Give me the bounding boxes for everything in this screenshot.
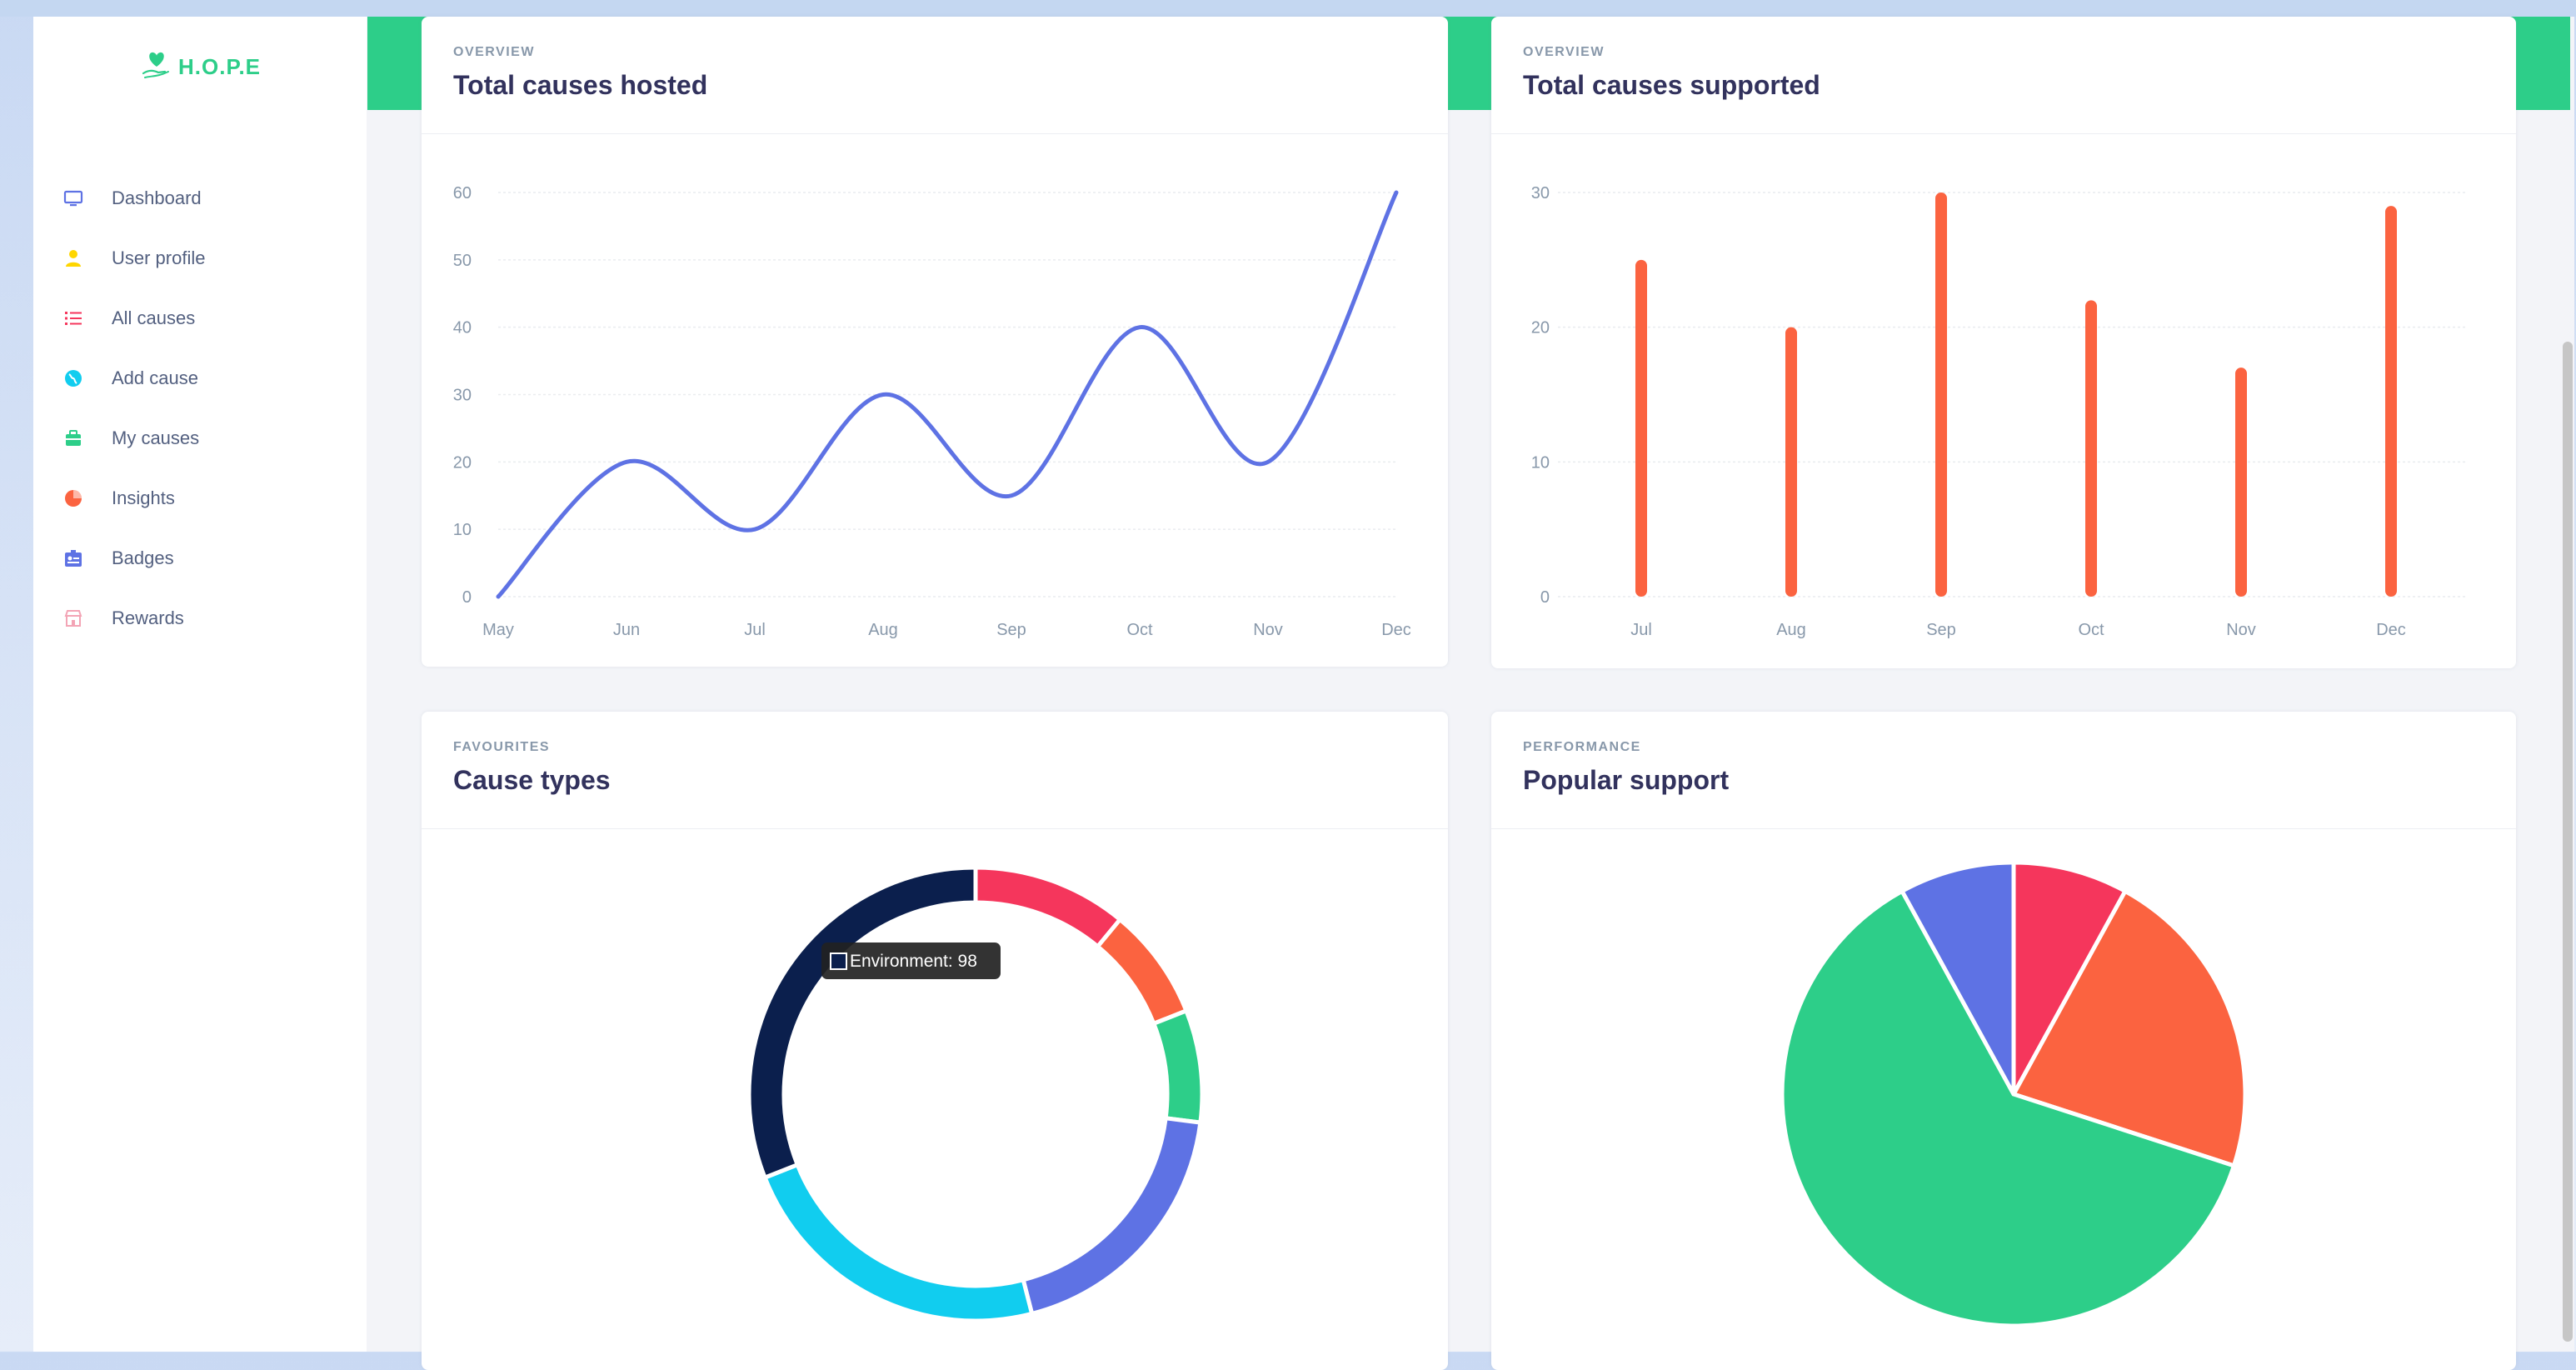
x-tick-label: Dec (1381, 621, 1411, 639)
x-tick-label: Oct (1126, 621, 1153, 639)
y-tick-label: 30 (1531, 184, 1550, 202)
sidebar-item-label: Dashboard (112, 188, 202, 208)
sidebar-nav: Dashboard User profile All causes Add ca… (33, 168, 367, 648)
tooltip-swatch (830, 952, 847, 970)
card-kicker: OVERVIEW (453, 45, 535, 59)
card-kicker: FAVOURITES (453, 740, 551, 754)
bar (1935, 192, 1947, 597)
x-tick-label: Jul (1630, 621, 1652, 639)
y-tick-label: 30 (453, 387, 472, 405)
sidebar-item-insights[interactable]: Insights (33, 468, 367, 528)
card-total-causes-supported: OVERVIEW Total causes supported 0 10 20 30 J… (1491, 17, 2516, 668)
y-tick-label: 10 (1531, 453, 1550, 472)
y-tick-label: 0 (1540, 588, 1550, 607)
card-header: OVERVIEW Total causes supported (1491, 17, 2516, 134)
briefcase-icon (63, 428, 83, 448)
logo-text: H.O.P.E (178, 54, 262, 79)
doughnut-chart[interactable]: Environment: 98 (422, 829, 1448, 1370)
x-tick-label: Jun (613, 621, 640, 639)
dashboard-app: H.O.P.E Dashboard User profile All cause… (33, 17, 2574, 1370)
bar (2235, 368, 2247, 597)
card-header: OVERVIEW Total causes hosted (422, 17, 1448, 134)
badge-icon (63, 548, 83, 568)
pie-slice (746, 865, 978, 1181)
y-tick-label: 20 (1531, 319, 1550, 338)
pie-slice (973, 865, 1123, 950)
pie-slice (1021, 1116, 1203, 1317)
pie-slice (1151, 1008, 1205, 1125)
pie-slice (1095, 916, 1190, 1027)
sidebar-item-user-profile[interactable]: User profile (33, 228, 367, 288)
x-tick-label: Oct (2078, 621, 2104, 639)
shop-icon (63, 608, 83, 628)
sidebar-item-label: Badges (112, 548, 174, 568)
y-tick-label: 0 (462, 588, 472, 607)
x-tick-label: May (482, 621, 514, 639)
x-tick-label: Aug (868, 621, 898, 639)
y-tick-label: 60 (453, 184, 472, 202)
x-tick-label: Nov (1253, 621, 1283, 639)
series-line (496, 190, 1399, 599)
bar-chart[interactable]: 0 10 20 30 Jul Aug Sep Oct Nov Dec (1491, 134, 2516, 668)
card-title: Popular support (1523, 765, 1730, 795)
x-tick-label: Dec (2376, 621, 2406, 639)
y-tick-label: 40 (453, 319, 472, 338)
window-top-strip (0, 0, 2576, 17)
bar (1635, 259, 1647, 597)
sidebar-item-label: My causes (112, 428, 200, 448)
sidebar-item-label: Insights (112, 488, 175, 508)
card-title: Total causes supported (1523, 70, 1820, 100)
sidebar-item-label: All causes (112, 308, 196, 328)
logo[interactable]: H.O.P.E (140, 48, 261, 86)
card-popular-support: PERFORMANCE Popular support (1491, 712, 2516, 1370)
heart-hand-icon (140, 48, 173, 86)
sidebar-item-label: Rewards (112, 608, 184, 628)
sidebar-item-dashboard[interactable]: Dashboard (33, 168, 367, 228)
pie-chart[interactable] (1491, 829, 2516, 1370)
y-tick-label: 20 (453, 453, 472, 472)
x-tick-label: Sep (1926, 621, 1956, 639)
pie-chart-icon (63, 488, 83, 508)
bar (2085, 300, 2097, 597)
vertical-scrollbar[interactable] (2563, 342, 2573, 1342)
sidebar-item-label: Add cause (112, 368, 198, 388)
tooltip-text: Environment: 98 (850, 952, 977, 971)
card-title: Cause types (453, 765, 611, 795)
x-tick-label: Nov (2226, 621, 2256, 639)
pie-slice (761, 1162, 1035, 1323)
chart-tooltip: Environment: 98 (821, 942, 1001, 979)
list-icon (63, 308, 83, 328)
x-tick-label: Aug (1776, 621, 1806, 639)
card-total-causes-hosted: OVERVIEW Total causes hosted 0 10 20 30 40 50… (422, 17, 1448, 667)
card-title: Total causes hosted (453, 70, 708, 100)
line-chart[interactable]: 0 10 20 30 40 50 60 May Jun Jul Aug Sep Oct Nov Dec (422, 134, 1448, 667)
card-kicker: PERFORMANCE (1523, 740, 1641, 754)
x-tick-label: Jul (744, 621, 766, 639)
card-header: FAVOURITES Cause types (422, 712, 1448, 829)
y-tick-label: 10 (453, 521, 472, 539)
x-tick-label: Sep (996, 621, 1026, 639)
sidebar-item-rewards[interactable]: Rewards (33, 588, 367, 648)
monitor-icon (63, 188, 83, 208)
card-kicker: OVERVIEW (1523, 45, 1605, 59)
sidebar: H.O.P.E Dashboard User profile All cause… (33, 17, 367, 1352)
card-cause-types: FAVOURITES Cause types Environment: 98 (422, 712, 1448, 1370)
sidebar-item-add-cause[interactable]: Add cause (33, 348, 367, 408)
user-icon (63, 248, 83, 268)
bar (2385, 206, 2397, 597)
sidebar-item-my-causes[interactable]: My causes (33, 408, 367, 468)
sidebar-item-label: User profile (112, 248, 206, 268)
y-tick-label: 50 (453, 252, 472, 270)
card-header: PERFORMANCE Popular support (1491, 712, 2516, 829)
sidebar-item-all-causes[interactable]: All causes (33, 288, 367, 348)
bar (1785, 327, 1797, 597)
globe-icon (63, 368, 83, 388)
sidebar-item-badges[interactable]: Badges (33, 528, 367, 588)
